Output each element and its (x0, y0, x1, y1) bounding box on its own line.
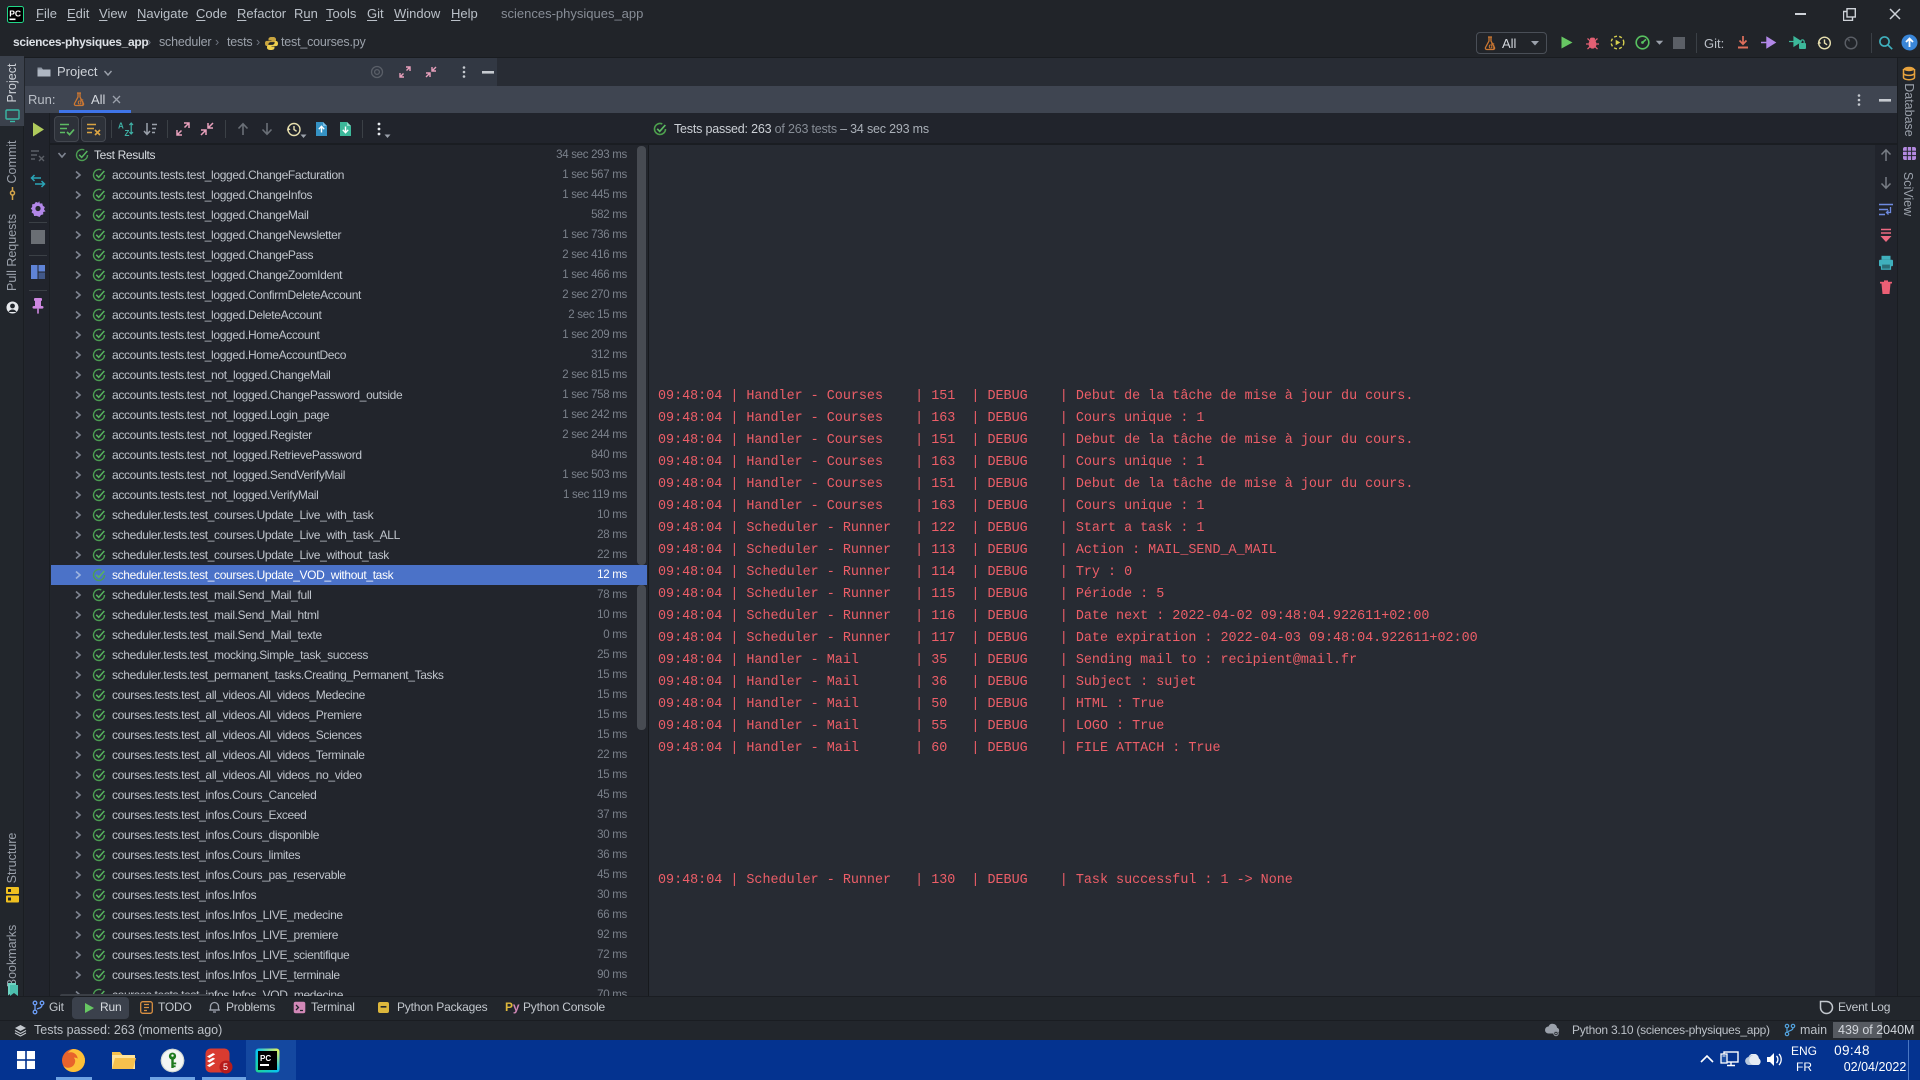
svg-text:dj: dj (78, 100, 84, 107)
svg-text:5: 5 (223, 1062, 228, 1072)
svg-text:A: A (118, 122, 124, 131)
svg-text:PC: PC (260, 1054, 271, 1063)
svg-text:PC: PC (9, 9, 21, 19)
svg-text:Z: Z (125, 129, 130, 137)
svg-text:dj: dj (1489, 44, 1495, 51)
